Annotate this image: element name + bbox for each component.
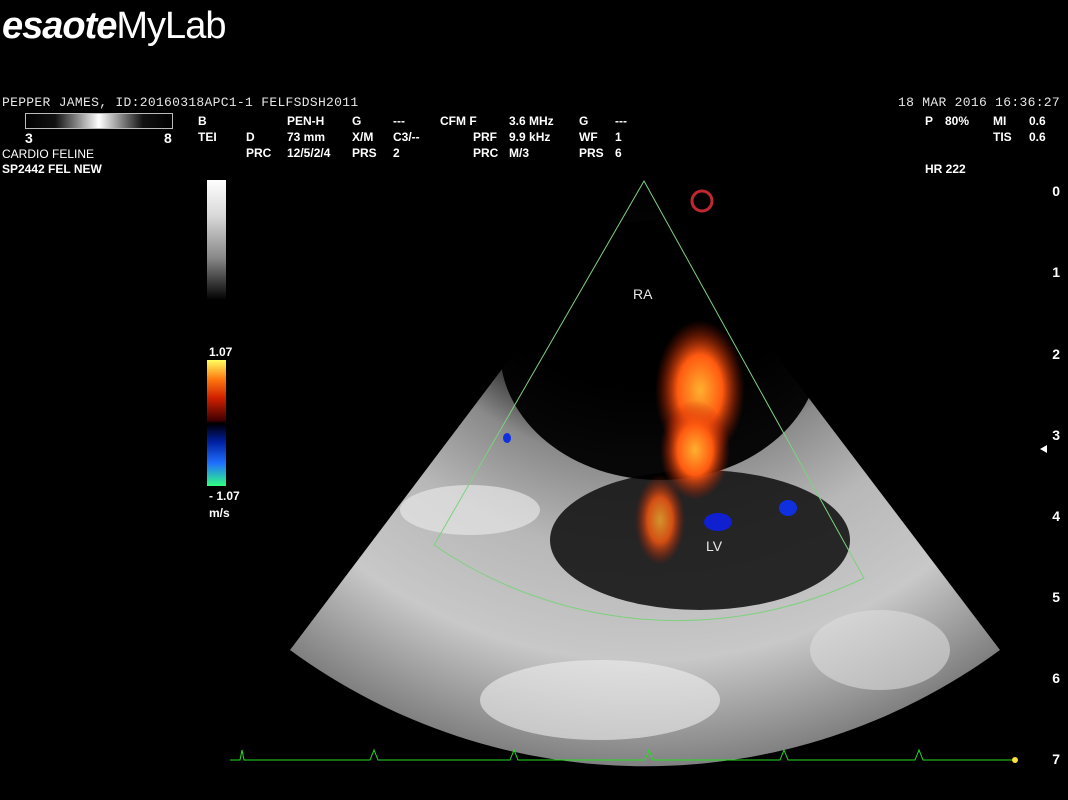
depth-tick-7: 7 [1052, 751, 1060, 767]
depth-tick-1: 1 [1052, 264, 1060, 280]
depth-tick-4: 4 [1052, 508, 1060, 524]
depth-tick-2: 2 [1052, 346, 1060, 362]
esaote-marker-icon [690, 189, 714, 213]
ra-chamber [500, 220, 820, 480]
label-lv: LV [706, 538, 723, 554]
label-ra: RA [633, 286, 653, 302]
depth-tick-5: 5 [1052, 589, 1060, 605]
depth-tick-0: 0 [1052, 183, 1060, 199]
depth-tick-6: 6 [1052, 670, 1060, 686]
ultrasound-image [230, 179, 1047, 767]
depth-tick-3: 3 [1052, 427, 1060, 443]
